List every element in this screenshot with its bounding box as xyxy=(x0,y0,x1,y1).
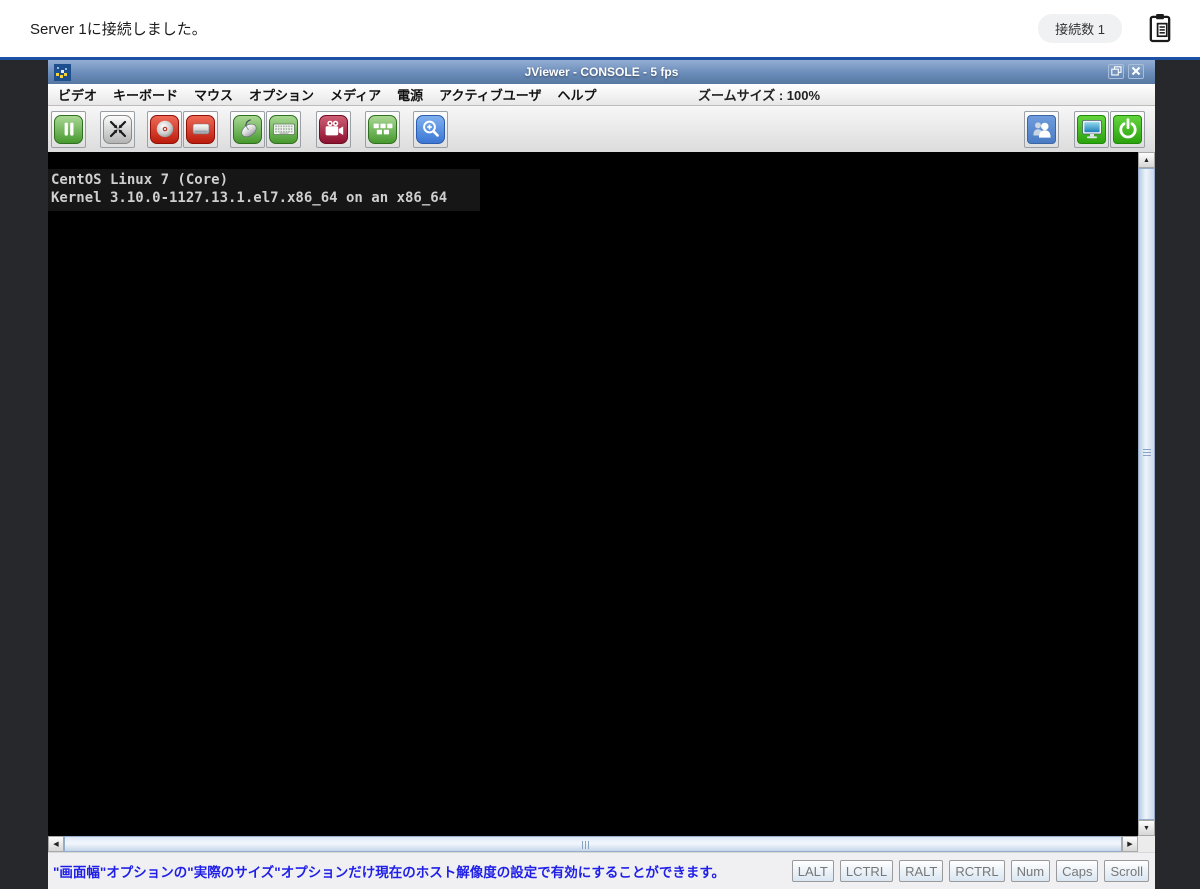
window-titlebar[interactable]: JViewer - CONSOLE - 5 fps xyxy=(48,60,1155,84)
soft-keyboard-icon xyxy=(368,115,397,144)
app-header: Server 1に接続しました。 接続数 1 xyxy=(0,0,1200,57)
window-title: JViewer - CONSOLE - 5 fps xyxy=(48,65,1155,79)
toolbar-right-group xyxy=(1024,111,1145,148)
num-key-button[interactable]: Num xyxy=(1011,860,1050,882)
jviewer-window: JViewer - CONSOLE - 5 fps xyxy=(48,60,1155,889)
scroll-key-button[interactable]: Scroll xyxy=(1104,860,1149,882)
scroll-grip-icon xyxy=(582,841,591,849)
restore-window-button[interactable] xyxy=(1108,64,1124,79)
lctrl-key-button[interactable]: LCTRL xyxy=(840,860,893,882)
virtual-key-buttons: LALT LCTRL RALT RCTRL Num Caps Scroll xyxy=(792,860,1149,882)
down-arrow-icon: ▼ xyxy=(1143,825,1150,832)
display-button[interactable] xyxy=(1074,111,1109,148)
record-video-button[interactable] xyxy=(316,111,351,148)
record-video-icon xyxy=(319,115,348,144)
power-button[interactable] xyxy=(1110,111,1145,148)
close-window-button[interactable] xyxy=(1128,64,1144,79)
toolbar xyxy=(48,106,1155,152)
scroll-grip-icon xyxy=(1143,449,1151,458)
menu-item-power[interactable]: 電源 xyxy=(389,85,431,104)
ralt-key-button[interactable]: RALT xyxy=(899,860,943,882)
fullscreen-button[interactable] xyxy=(100,111,135,148)
horizontal-scrollbar[interactable]: ◀ ▶ xyxy=(48,836,1155,852)
remote-console-screen[interactable]: CentOS Linux 7 (Core) Kernel 3.10.0-1127… xyxy=(48,152,1138,836)
display-icon xyxy=(1077,115,1106,144)
harddisk-icon xyxy=(186,115,215,144)
horizontal-scroll-track[interactable] xyxy=(64,836,1122,852)
connection-count-badge: 接続数 1 xyxy=(1038,14,1122,43)
desktop-background: JViewer - CONSOLE - 5 fps xyxy=(0,60,1200,889)
menu-bar: ビデオ キーボード マウス オプション メディア 電源 アクティブユーザ ヘルプ… xyxy=(48,84,1155,106)
scroll-left-button[interactable]: ◀ xyxy=(48,836,64,852)
zoom-button[interactable] xyxy=(413,111,448,148)
status-message: "画面幅"オプションの"実際のサイズ"オプションだけ現在のホスト解像度の設定で有… xyxy=(53,861,725,881)
zoom-size-label: ズームサイズ : 100% xyxy=(698,85,820,104)
console-line: CentOS Linux 7 (Core) xyxy=(51,171,480,189)
lalt-key-button[interactable]: LALT xyxy=(792,860,834,882)
console-line: Kernel 3.10.0-1127.13.1.el7.x86_64 on an… xyxy=(51,189,480,207)
console-text-block: CentOS Linux 7 (Core) Kernel 3.10.0-1127… xyxy=(48,169,480,211)
zoom-icon xyxy=(416,115,445,144)
keyboard-icon xyxy=(269,115,298,144)
pause-icon xyxy=(54,115,83,144)
left-arrow-icon: ◀ xyxy=(53,841,58,848)
menu-item-options[interactable]: オプション xyxy=(241,85,322,104)
power-icon xyxy=(1113,115,1142,144)
scroll-right-button[interactable]: ▶ xyxy=(1122,836,1138,852)
menu-item-media[interactable]: メディア xyxy=(322,85,389,104)
vertical-scrollbar[interactable]: ▲ ▼ xyxy=(1138,152,1155,836)
console-row: CentOS Linux 7 (Core) Kernel 3.10.0-1127… xyxy=(48,152,1155,836)
vertical-scroll-track[interactable] xyxy=(1138,168,1155,820)
header-right-group: 接続数 1 xyxy=(1038,12,1174,46)
pause-video-button[interactable] xyxy=(51,111,86,148)
cdrom-media-button[interactable] xyxy=(147,111,182,148)
rctrl-key-button[interactable]: RCTRL xyxy=(949,860,1004,882)
scroll-up-button[interactable]: ▲ xyxy=(1138,152,1155,168)
right-arrow-icon: ▶ xyxy=(1127,841,1132,848)
cdrom-icon xyxy=(150,115,179,144)
active-users-icon xyxy=(1027,115,1056,144)
caps-key-button[interactable]: Caps xyxy=(1056,860,1098,882)
jviewer-logo-icon xyxy=(54,64,71,81)
active-users-button[interactable] xyxy=(1024,111,1059,148)
up-arrow-icon: ▲ xyxy=(1143,157,1150,164)
menu-item-keyboard[interactable]: キーボード xyxy=(105,85,186,104)
mouse-settings-button[interactable] xyxy=(230,111,265,148)
scrollbar-corner xyxy=(1138,836,1155,852)
menu-item-active-users[interactable]: アクティブユーザ xyxy=(431,85,549,104)
horizontal-scroll-thumb[interactable] xyxy=(64,836,1122,852)
clipboard-button[interactable] xyxy=(1146,12,1174,46)
vertical-scroll-thumb[interactable] xyxy=(1138,168,1155,820)
window-controls xyxy=(1108,64,1144,79)
keyboard-settings-button[interactable] xyxy=(266,111,301,148)
soft-keyboard-button[interactable] xyxy=(365,111,400,148)
menu-item-mouse[interactable]: マウス xyxy=(186,85,241,104)
close-icon xyxy=(1131,64,1141,79)
scroll-down-button[interactable]: ▼ xyxy=(1138,820,1155,836)
menu-item-help[interactable]: ヘルプ xyxy=(549,85,604,104)
status-bar: "画面幅"オプションの"実際のサイズ"オプションだけ現在のホスト解像度の設定で有… xyxy=(48,852,1155,889)
mouse-icon xyxy=(233,115,262,144)
restore-window-icon xyxy=(1111,64,1122,79)
menu-item-video[interactable]: ビデオ xyxy=(50,85,105,104)
connection-status-message: Server 1に接続しました。 xyxy=(30,18,207,39)
fullscreen-icon xyxy=(103,115,132,144)
clipboard-icon xyxy=(1146,12,1174,46)
harddisk-media-button[interactable] xyxy=(183,111,218,148)
